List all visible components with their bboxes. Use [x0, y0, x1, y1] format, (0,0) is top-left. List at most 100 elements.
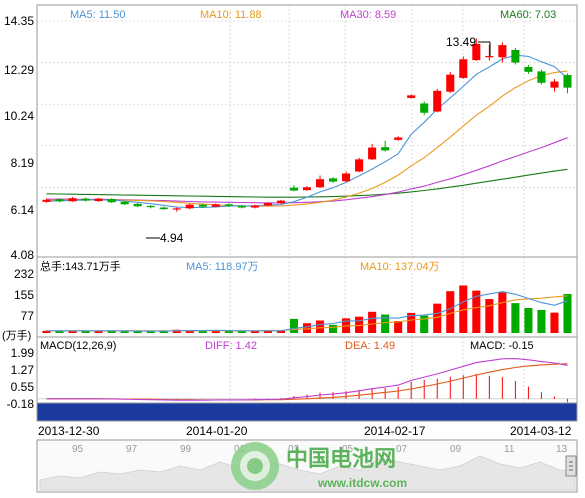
candle-body — [498, 45, 507, 58]
candle-body — [420, 103, 429, 113]
candle-body — [433, 90, 442, 112]
candle-body — [159, 207, 168, 210]
date-label: 2014-01-20 — [186, 424, 248, 438]
volume-ma5-label: MA5: 118.97万 — [186, 261, 259, 273]
candle-body — [563, 75, 572, 88]
price-tick-label: 10.24 — [4, 109, 34, 123]
price-tick-label: 14.35 — [4, 14, 34, 28]
legend-ma60: MA60: 7.03 — [500, 9, 556, 21]
candle-body — [133, 203, 142, 207]
volume-bar — [120, 331, 129, 333]
date-axis: 2013-12-30 2014-01-20 2014-02-17 2014-03… — [38, 424, 572, 438]
tab-macd[interactable]: MACD — [86, 405, 122, 419]
navigator-year-label: 07 — [396, 444, 408, 455]
price-tick-label: 12.29 — [4, 63, 34, 77]
candle-body — [485, 56, 494, 58]
candle-body — [237, 205, 246, 208]
candle — [355, 157, 364, 173]
price-panel — [36, 4, 578, 258]
tab-rsi[interactable]: RSI — [364, 405, 384, 419]
indicator-tabs: MACD KDJ RSI BOLL — [36, 402, 578, 422]
candle-body — [511, 49, 520, 63]
volume-tick-label: 155 — [14, 288, 34, 302]
volume-bar — [237, 331, 246, 333]
candle-body — [211, 204, 220, 207]
candle-body — [459, 59, 468, 78]
volume-bar — [524, 308, 533, 333]
volume-tick-label: 77 — [21, 309, 35, 323]
candle-body — [368, 147, 377, 160]
candle-body — [198, 204, 207, 207]
candle-body — [68, 198, 77, 202]
legend-ma5: MA5: 11.50 — [70, 9, 125, 21]
candle-body — [81, 198, 90, 201]
macd-tick-label: 1.99 — [11, 346, 35, 360]
candle-body — [329, 178, 338, 182]
candle-body — [342, 173, 351, 182]
navigator-year-label: 97 — [126, 444, 138, 455]
volume-ma10-label: MA10: 137.04万 — [360, 261, 440, 273]
candle-body — [289, 187, 299, 191]
price-tick-label: 8.19 — [11, 156, 35, 170]
price-tick-label: 6.14 — [11, 203, 35, 217]
macd-diff-label: DIFF: 1.42 — [205, 340, 257, 352]
candle-body — [302, 187, 312, 191]
date-label: 2013-12-30 — [38, 424, 100, 438]
price-y-axis: 14.35 12.29 10.24 8.19 6.14 4.08 — [4, 14, 34, 262]
watermark-url: www.itdcw.com — [317, 476, 407, 490]
stock-chart: MA5: 11.50 MA10: 11.88 MA30: 8.59 MA60: … — [2, 4, 578, 493]
candle — [537, 69, 546, 85]
volume-bar — [394, 321, 403, 333]
tab-kdj[interactable]: KDJ — [229, 405, 252, 419]
low-price-label: 4.94 — [160, 231, 184, 245]
volume-bar — [563, 293, 572, 333]
candle-body — [446, 74, 455, 92]
candle — [459, 56, 468, 79]
macd-y-axis: 1.99 1.27 0.55 -0.18 — [7, 346, 35, 411]
candle-body — [146, 205, 155, 208]
candle-body — [263, 203, 272, 206]
date-label: 2014-02-17 — [364, 424, 426, 438]
candle-body — [185, 204, 194, 209]
candle-body — [224, 204, 233, 206]
candle-body — [276, 200, 285, 204]
candle-body — [550, 81, 559, 88]
volume-bar — [94, 331, 103, 333]
candle — [433, 88, 442, 113]
macd-title: MACD(12,26,9) — [40, 340, 116, 352]
candle-body — [107, 199, 116, 203]
navigator-year-label: 95 — [72, 444, 84, 455]
macd-value-label: MACD: -0.15 — [470, 340, 534, 352]
navigator-year-label: 99 — [180, 444, 192, 455]
candle-body — [355, 159, 364, 172]
legend-ma30: MA30: 8.59 — [340, 9, 396, 21]
candle-body — [250, 205, 259, 208]
volume-bar — [55, 331, 64, 333]
volume-bar — [289, 318, 299, 333]
volume-total-label: 总手:143.71万手 — [40, 259, 121, 273]
candle-body — [381, 147, 390, 151]
candle-body — [94, 198, 103, 202]
navigator-year-label: 13 — [556, 444, 568, 455]
volume-y-axis: 232 155 77 (万手) — [2, 267, 34, 342]
volume-bar — [498, 292, 507, 333]
volume-bar — [511, 303, 520, 333]
candle-body — [315, 179, 325, 188]
watermark-text: 中国电池网 — [286, 446, 396, 471]
date-label: 2014-03-12 — [510, 424, 572, 438]
candle-body — [394, 137, 403, 140]
volume-bar — [485, 299, 494, 333]
candle-body — [537, 71, 546, 83]
tab-boll[interactable]: BOLL — [495, 405, 526, 419]
volume-bar — [433, 303, 442, 333]
macd-tick-label: -0.18 — [7, 397, 35, 411]
macd-tick-label: 1.27 — [11, 363, 35, 377]
macd-dea-label: DEA: 1.49 — [345, 340, 395, 352]
volume-bar — [368, 311, 377, 333]
candle-body — [407, 95, 416, 98]
high-price-label: 13.49 — [446, 35, 476, 49]
legend-ma10: MA10: 11.88 — [200, 9, 262, 21]
watermark: 中国电池网 www.itdcw.com — [231, 442, 407, 490]
candle-body — [120, 201, 129, 205]
candle-body — [524, 66, 533, 72]
